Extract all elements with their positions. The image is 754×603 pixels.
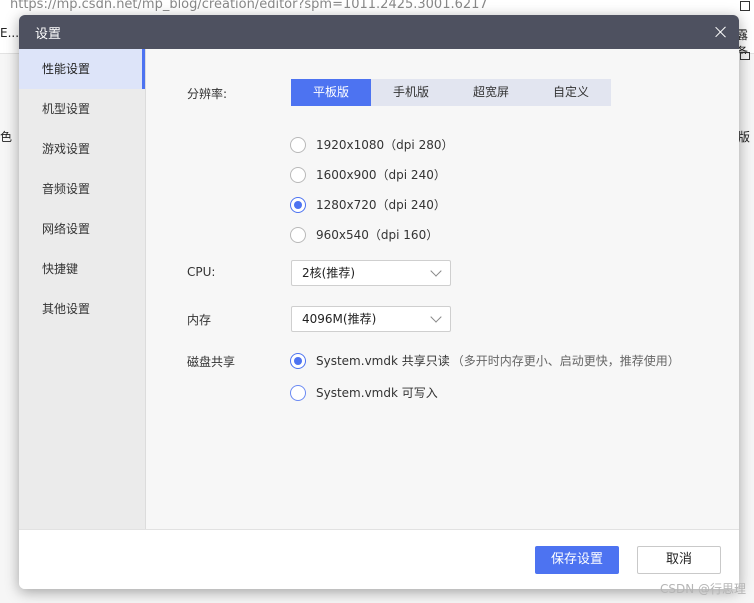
tab-ultrawide[interactable]: 超宽屏 [451,79,531,106]
resolution-option-960[interactable]: 960x540（dpi 160） [290,226,438,243]
resolution-option-1280[interactable]: 1280x720（dpi 240） [290,196,446,213]
disk-option-readonly[interactable]: System.vmdk 共享只读 （多开时内存更小、启动更快，推荐使用） [290,352,680,369]
cpu-select-value: 2核(推荐) [302,266,355,280]
resolution-label: 分辨率: [187,87,228,101]
cancel-button[interactable]: 取消 [637,546,721,574]
radio-button[interactable] [290,166,306,183]
monitor-icon[interactable] [740,52,750,60]
close-icon[interactable] [711,22,731,42]
bg-page-text-right: 版 [738,130,751,144]
chevron-down-icon [430,265,442,277]
browser-url-bar[interactable]: https://mp.csdn.net/mp_blog/creation/edi… [0,0,754,14]
memory-select-value: 4096M(推荐) [302,312,377,326]
resolution-option-1920[interactable]: 1920x1080（dpi 280） [290,136,453,153]
radio-button[interactable] [290,226,306,243]
qr-code-icon[interactable] [740,1,750,11]
sidebar-item-performance[interactable]: 性能设置 [19,49,145,89]
tab-tablet[interactable]: 平板版 [291,79,371,106]
sidebar-item-shortcuts[interactable]: 快捷键 [19,249,145,289]
resolution-option-label: 1280x720（dpi 240） [316,198,446,212]
bg-toolbar-text: E... [0,26,20,40]
disk-share-label: 磁盘共享 [187,355,236,369]
tab-phone[interactable]: 手机版 [371,79,451,106]
bg-page-text: 色 [0,130,13,144]
disk-option-label: System.vmdk 可写入 [316,386,438,400]
disk-option-label: System.vmdk 共享只读 [316,354,450,368]
csdn-watermark: CSDN @行思理 [659,582,746,596]
dialog-footer: 保存设置 取消 [19,529,739,589]
memory-select[interactable]: 4096M(推荐) [291,306,451,332]
dialog-title: 设置 [35,26,62,42]
radio-button-selected[interactable] [290,352,306,369]
performance-settings-panel: 分辨率: 平板版 手机版 超宽屏 自定义 1920x1080（dpi 280） … [147,49,739,529]
radio-button[interactable] [290,136,306,153]
disk-option-hint: （多开时内存更小、启动更快，推荐使用） [451,354,680,368]
tab-custom[interactable]: 自定义 [531,79,611,106]
resolution-option-label: 1600x900（dpi 240） [316,168,446,182]
cpu-label: CPU: [187,265,216,279]
settings-sidebar: 性能设置 机型设置 游戏设置 音频设置 网络设置 快捷键 其他设置 [19,49,146,529]
resolution-mode-tabs: 平板版 手机版 超宽屏 自定义 [291,79,611,106]
radio-button-selected[interactable] [290,196,306,213]
radio-button[interactable] [290,384,306,401]
memory-label: 内存 [187,313,212,327]
chevron-down-icon [430,311,442,323]
sidebar-item-other[interactable]: 其他设置 [19,289,145,329]
save-settings-button[interactable]: 保存设置 [535,546,619,574]
settings-dialog: 设置 性能设置 机型设置 游戏设置 音频设置 网络设置 快捷键 其他设置 分辨率… [19,15,739,589]
disk-option-writable[interactable]: System.vmdk 可写入 [290,384,438,401]
resolution-option-label: 960x540（dpi 160） [316,228,439,242]
sidebar-item-game[interactable]: 游戏设置 [19,129,145,169]
sidebar-item-audio[interactable]: 音频设置 [19,169,145,209]
resolution-option-label: 1920x1080（dpi 280） [316,138,454,152]
sidebar-item-network[interactable]: 网络设置 [19,209,145,249]
dialog-titlebar: 设置 [19,15,739,49]
resolution-option-1600[interactable]: 1600x900（dpi 240） [290,166,446,183]
cpu-select[interactable]: 2核(推荐) [291,260,451,286]
sidebar-item-device-model[interactable]: 机型设置 [19,89,145,129]
